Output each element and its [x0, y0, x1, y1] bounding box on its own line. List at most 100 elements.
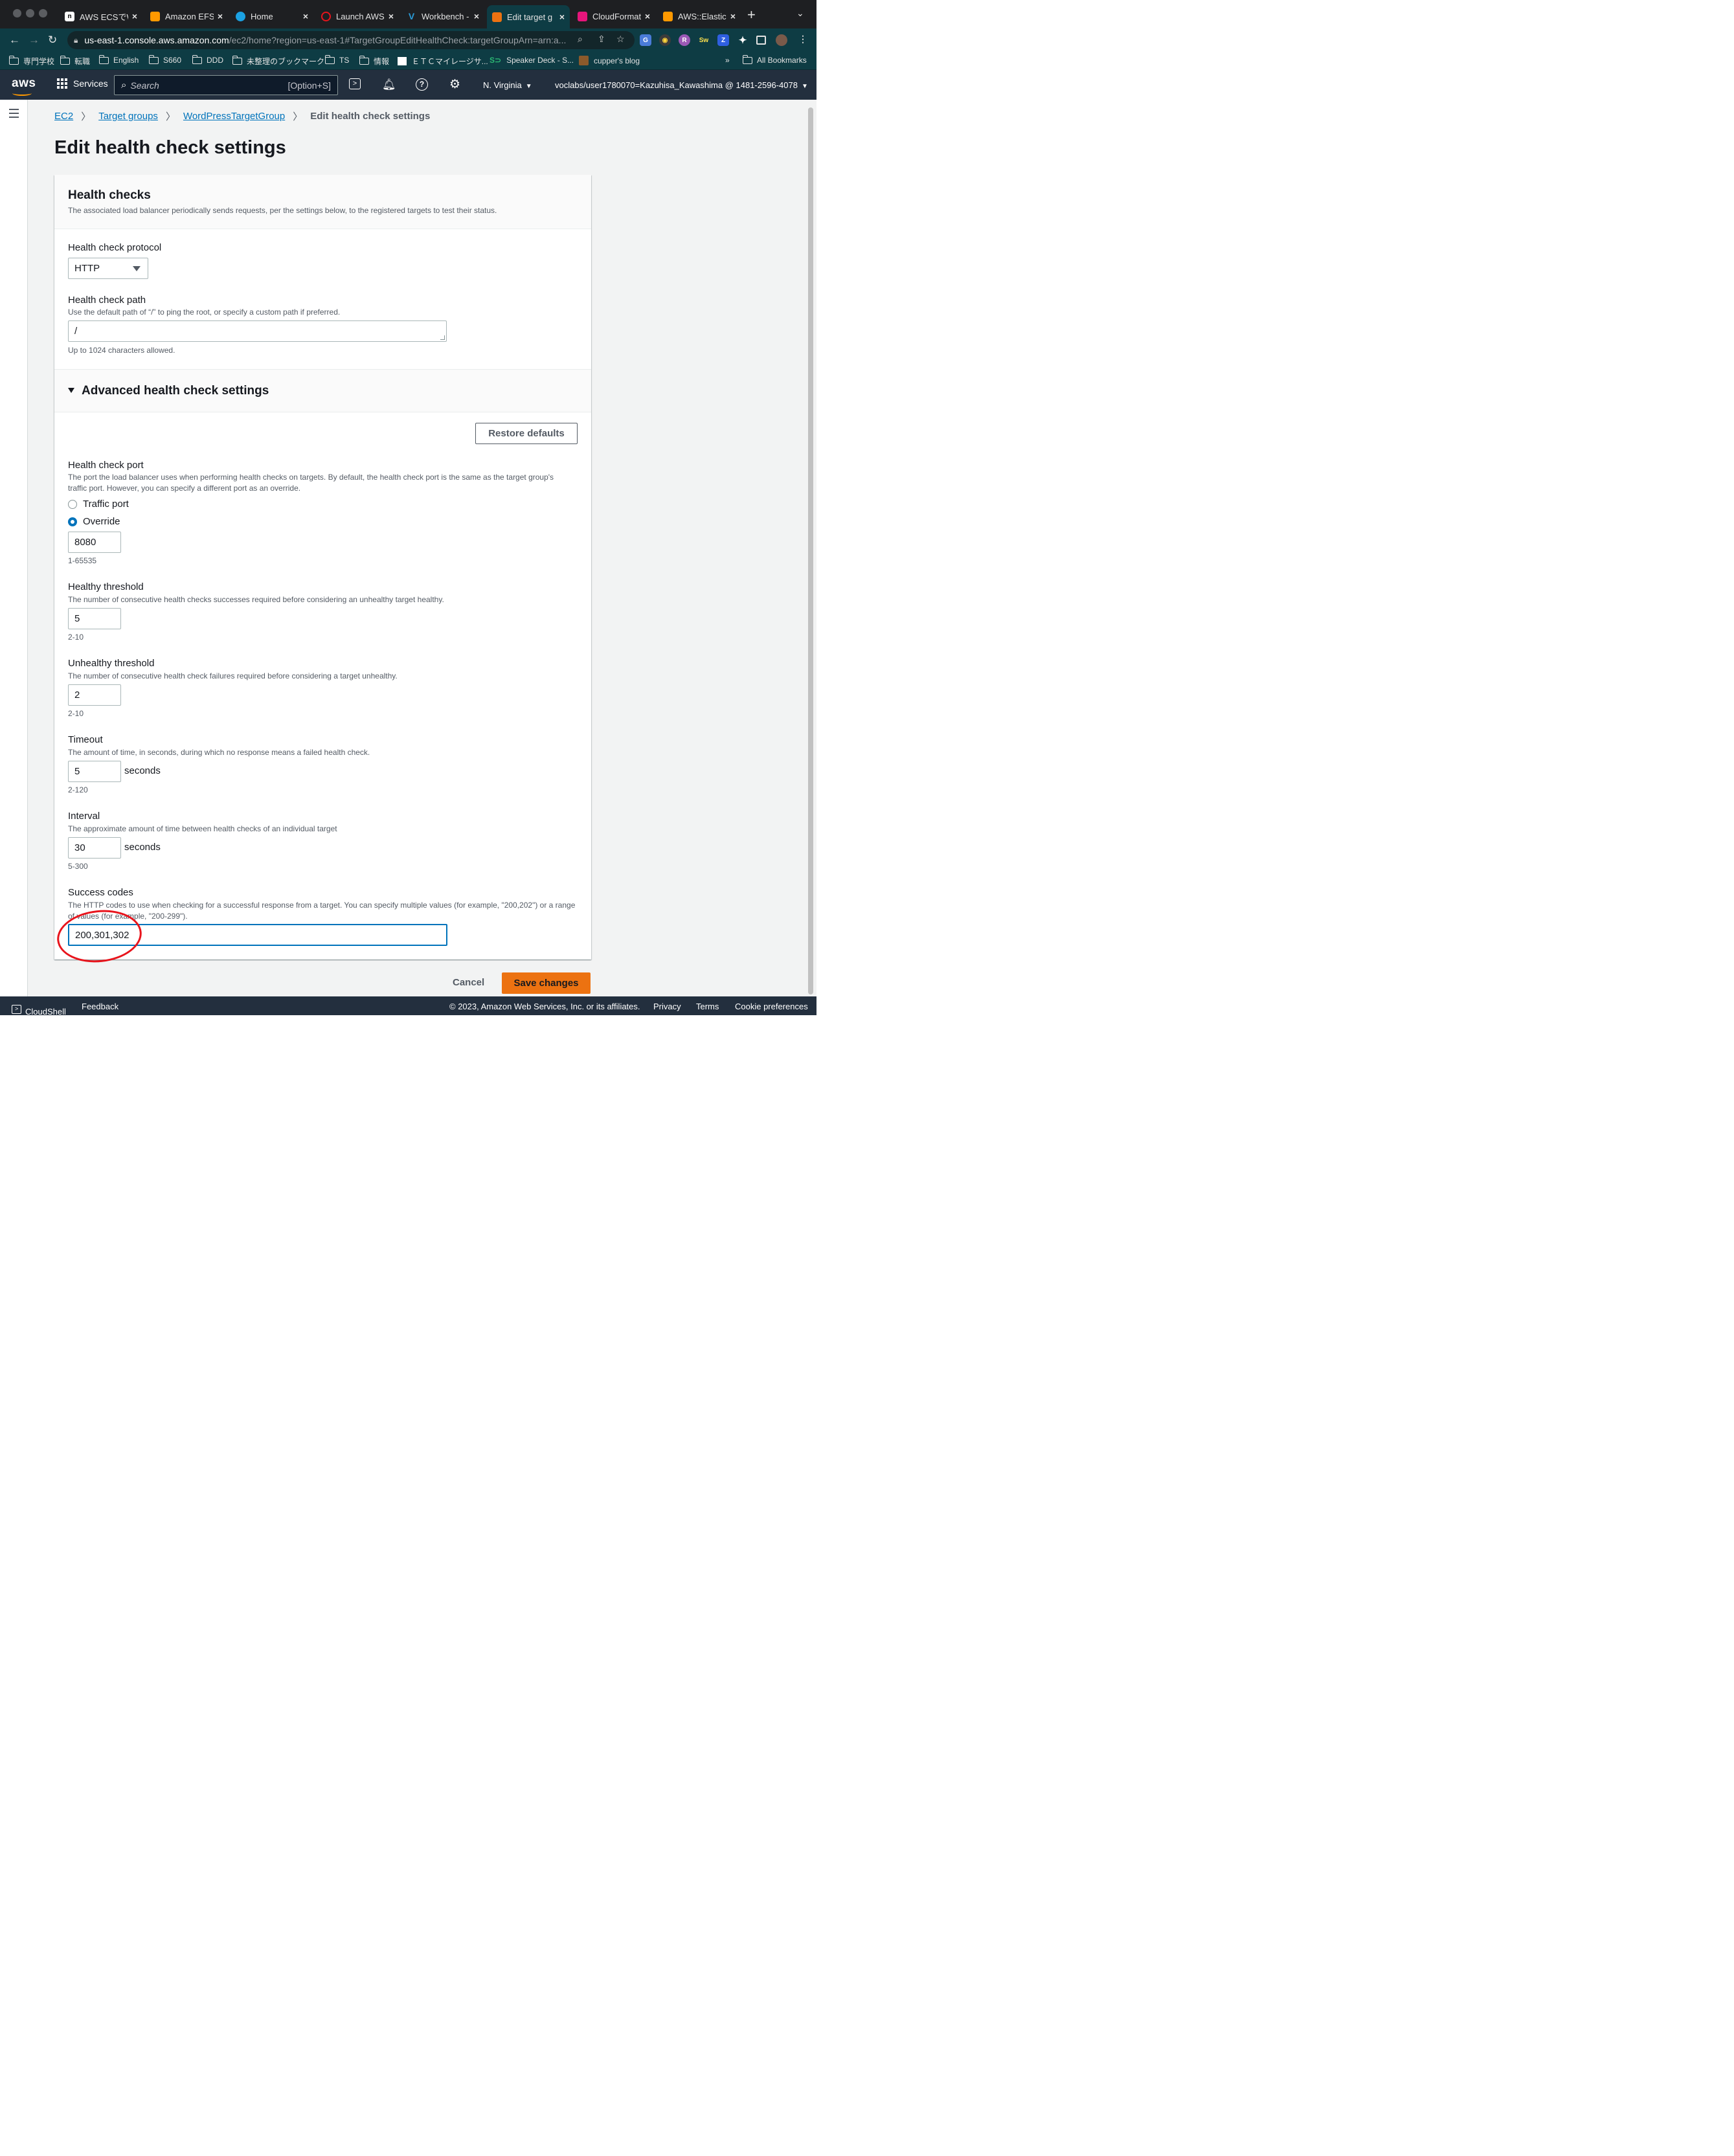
cloudshell-terminal-icon[interactable]: > — [349, 78, 361, 89]
z-extension-icon[interactable]: Z — [717, 34, 729, 46]
close-tab-icon[interactable]: × — [132, 11, 137, 21]
breadcrumb-target-groups[interactable]: Target groups — [98, 111, 158, 122]
cloudshell-link[interactable]: > CloudShell — [12, 1002, 66, 1015]
bookmarks-overflow-chevron-icon[interactable]: » — [725, 56, 730, 65]
tab-search-chevron-icon[interactable]: ⌄ — [796, 8, 804, 19]
bookmark-folder[interactable]: TS — [324, 54, 349, 65]
bookmark-folder[interactable]: S660 — [148, 54, 181, 65]
services-menu-button[interactable]: Services — [57, 78, 108, 89]
cloudshell-terminal-icon: > — [12, 1005, 21, 1014]
browser-tab[interactable]: CloudFormat × — [572, 6, 655, 26]
cube-favicon-icon — [663, 11, 673, 21]
resize-handle-icon[interactable] — [440, 335, 445, 340]
maximize-window-dot[interactable] — [39, 9, 47, 17]
reload-icon[interactable]: ↻ — [48, 34, 57, 46]
unhealthy-threshold-label: Unhealthy threshold — [68, 658, 155, 669]
browser-tab[interactable]: Home × — [231, 6, 313, 26]
timeout-unit: seconds — [124, 765, 161, 776]
console-search-input[interactable]: ⌕ Search [Option+S] — [114, 75, 338, 95]
side-navigation — [0, 100, 28, 996]
notifications-bell-icon[interactable]: 🔔︎ — [382, 78, 396, 91]
close-tab-icon[interactable]: × — [474, 11, 479, 21]
browser-menu-kebab-icon[interactable]: ⋮ — [798, 34, 807, 45]
browser-tab-active[interactable]: Edit target g × — [487, 5, 570, 28]
close-tab-icon[interactable]: × — [388, 11, 394, 21]
feedback-link[interactable]: Feedback — [82, 1002, 118, 1011]
close-tab-icon[interactable]: × — [559, 12, 565, 22]
profile-avatar[interactable] — [776, 34, 787, 46]
save-changes-button[interactable]: Save changes — [502, 972, 591, 994]
bookmark-folder[interactable]: 専門学校 — [8, 56, 54, 67]
bookmark-folder[interactable]: 未整理のブックマーク — [232, 56, 324, 67]
close-tab-icon[interactable]: × — [730, 11, 736, 21]
close-tab-icon[interactable]: × — [303, 11, 308, 21]
timeout-input[interactable]: 5 — [68, 761, 121, 782]
share-icon[interactable]: ⇪ — [598, 34, 605, 45]
radio-button-selected[interactable] — [68, 517, 77, 526]
protocol-select[interactable]: HTTP — [68, 258, 148, 279]
close-tab-icon[interactable]: × — [218, 11, 223, 21]
radio-override[interactable]: Override — [68, 516, 120, 527]
page-title: Edit health check settings — [54, 137, 286, 158]
radio-button[interactable] — [68, 499, 77, 509]
advanced-settings-toggle[interactable]: Advanced health check settings — [54, 369, 591, 412]
back-arrow-icon[interactable]: ← — [9, 34, 20, 46]
breadcrumb-target-group[interactable]: WordPressTargetGroup — [183, 111, 285, 122]
privacy-link[interactable]: Privacy — [653, 1002, 681, 1011]
puzzle-extensions-icon[interactable]: ✦ — [737, 34, 749, 46]
r-extension-icon[interactable]: R — [679, 34, 690, 46]
help-question-icon[interactable]: ? — [416, 78, 428, 91]
interval-input[interactable]: 30 — [68, 837, 121, 859]
breadcrumb: EC2 〉 Target groups 〉 WordPressTargetGro… — [54, 109, 430, 123]
settings-gear-icon[interactable]: ⚙︎ — [449, 77, 460, 92]
port-input[interactable]: 8080 — [68, 532, 121, 553]
side-panel-icon[interactable] — [756, 36, 766, 45]
browser-tab[interactable]: AWS::Elastic × — [658, 6, 741, 26]
breadcrumb-ec2[interactable]: EC2 — [54, 111, 73, 122]
close-tab-icon[interactable]: × — [645, 11, 650, 21]
account-menu[interactable]: voclabs/user1780070=Kazuhisa_Kawashima @… — [555, 80, 808, 90]
close-window-dot[interactable] — [13, 9, 21, 17]
browser-tab[interactable]: n AWS ECSでW× — [60, 6, 142, 26]
hamburger-menu-icon[interactable] — [9, 109, 19, 120]
new-tab-plus-icon[interactable]: + — [747, 8, 756, 22]
path-input[interactable]: / — [68, 320, 447, 342]
minimize-window-dot[interactable] — [26, 9, 34, 17]
radio-traffic-port[interactable]: Traffic port — [68, 499, 129, 510]
zoom-magnifier-icon[interactable]: ⌕ — [578, 34, 583, 45]
aws-logo[interactable]: aws — [12, 76, 36, 96]
bookmark-link[interactable]: ＥＴＣマイレージサ... — [398, 56, 488, 67]
health-checks-container: Health checks The associated load balanc… — [54, 175, 591, 960]
browser-tab[interactable]: Launch AWS × — [316, 6, 399, 26]
bookmark-link[interactable]: cupper's blog — [579, 56, 640, 65]
browser-tab[interactable]: Amazon EFS × — [145, 6, 228, 26]
ec2-favicon-icon — [492, 12, 502, 22]
browser-tab[interactable]: V Workbench - × — [401, 6, 484, 26]
cookie-preferences-link[interactable]: Cookie preferences — [735, 1002, 808, 1011]
url-bar[interactable]: 🔒︎ us-east-1.console.aws.amazon.com/ec2/… — [67, 31, 635, 49]
bookmark-folder[interactable]: English — [98, 54, 139, 65]
terms-link[interactable]: Terms — [696, 1002, 719, 1011]
page-scrollbar[interactable] — [808, 107, 813, 994]
bookmark-folder[interactable]: DDD — [192, 54, 223, 65]
healthy-threshold-label: Healthy threshold — [68, 581, 144, 592]
timeout-label: Timeout — [68, 734, 103, 745]
restore-defaults-button[interactable]: Restore defaults — [475, 423, 578, 444]
bookmark-star-icon[interactable]: ☆ — [616, 34, 625, 45]
sw-extension-icon[interactable]: Sw — [698, 34, 710, 46]
chevron-right-icon: 〉 — [293, 111, 303, 122]
compass-extension-icon[interactable]: ◉ — [659, 34, 671, 46]
all-bookmarks[interactable]: All Bookmarks — [742, 54, 807, 65]
cancel-button[interactable]: Cancel — [453, 977, 484, 988]
success-codes-label: Success codes — [68, 887, 133, 898]
bookmark-folder[interactable]: 転職 — [60, 56, 90, 67]
folder-icon — [742, 54, 752, 64]
region-selector[interactable]: N. Virginia ▼ — [483, 80, 532, 90]
forward-arrow-icon[interactable]: → — [28, 34, 39, 46]
healthy-threshold-input[interactable]: 5 — [68, 608, 121, 629]
unhealthy-threshold-constraint: 2-10 — [68, 709, 84, 718]
translate-extension-icon[interactable]: G — [640, 34, 651, 46]
bookmark-folder[interactable]: 情報 — [359, 56, 389, 67]
bookmark-link[interactable]: S⊃ Speaker Deck - S... — [490, 56, 574, 65]
unhealthy-threshold-input[interactable]: 2 — [68, 684, 121, 706]
